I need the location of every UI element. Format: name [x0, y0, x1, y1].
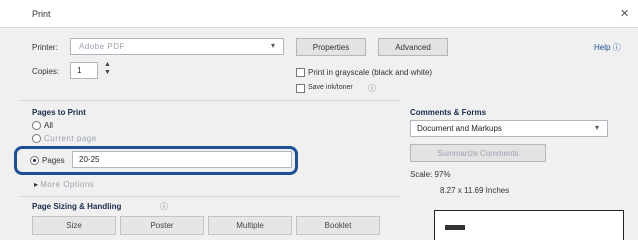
grayscale-label: Print in grayscale (black and white) [308, 68, 433, 77]
comments-select[interactable]: Document and Markups ▾ [410, 120, 608, 137]
scale-label: Scale: 97% [410, 170, 451, 179]
divider [20, 100, 400, 101]
info-icon: ⓘ [160, 202, 168, 211]
pages-highlight [14, 146, 298, 175]
preview-content [445, 225, 465, 230]
all-label: All [44, 121, 53, 130]
comments-select-value: Document and Markups [417, 124, 502, 133]
printer-value: Adobe PDF [79, 42, 125, 51]
window-title: Print [32, 9, 51, 19]
advanced-button[interactable]: Advanced [378, 38, 448, 56]
copies-label: Copies: [32, 67, 60, 76]
current-page-label: Current page [44, 134, 97, 143]
help-icon: ⓘ [612, 43, 621, 52]
divider [20, 196, 400, 197]
save-ink-label: Save ink/toner [308, 84, 353, 91]
tab-booklet[interactable]: Booklet [296, 216, 380, 235]
close-icon[interactable]: ✕ [620, 7, 629, 20]
more-options-label: More Options [40, 180, 95, 189]
printer-label: Printer: [32, 43, 58, 52]
copies-input[interactable]: 1 [70, 62, 98, 79]
printer-select[interactable]: Adobe PDF ▾ [70, 38, 284, 55]
current-page-radio[interactable] [32, 134, 41, 143]
info-icon: ⓘ [368, 84, 376, 93]
copies-value: 1 [77, 66, 82, 75]
page-sizing-heading: Page Sizing & Handling [32, 202, 122, 211]
chevron-down-icon: ▾ [595, 123, 600, 132]
pages-to-print-heading: Pages to Print [32, 108, 86, 117]
help-label: Help [594, 43, 611, 52]
print-preview [434, 210, 624, 240]
tab-poster[interactable]: Poster [120, 216, 204, 235]
comments-forms-heading: Comments & Forms [410, 108, 487, 117]
help-link[interactable]: Help ⓘ [594, 42, 621, 53]
title-bar [0, 0, 638, 28]
copies-stepper[interactable]: ▲ ▼ [104, 61, 114, 79]
properties-button[interactable]: Properties [296, 38, 366, 56]
grayscale-checkbox[interactable] [296, 68, 305, 77]
tab-multiple[interactable]: Multiple [208, 216, 292, 235]
tab-size[interactable]: Size [32, 216, 116, 235]
paper-size-label: 8.27 x 11.69 Inches [440, 186, 510, 195]
summarize-comments-button[interactable]: Summarize Comments [410, 144, 546, 162]
chevron-down-icon: ▾ [271, 41, 276, 50]
all-radio[interactable] [32, 121, 41, 130]
more-options-toggle[interactable]: ▸ More Options [34, 180, 94, 189]
save-ink-checkbox[interactable] [296, 84, 305, 93]
